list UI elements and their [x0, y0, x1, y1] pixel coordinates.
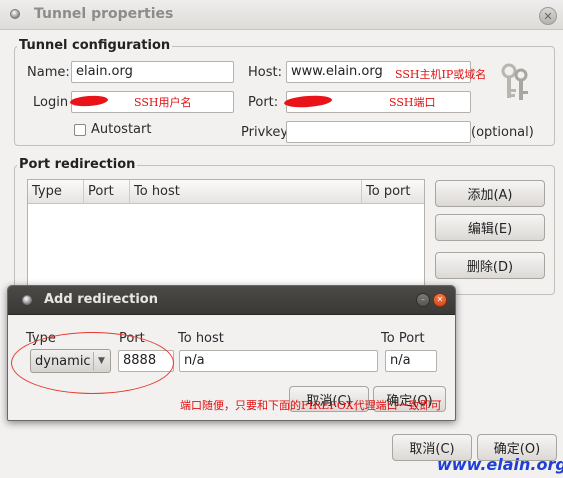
to-port-label: To Port	[381, 331, 425, 346]
table-header: Type Port To host To port	[28, 180, 424, 204]
edit-button[interactable]: 编辑(E)	[435, 214, 545, 241]
redirection-table[interactable]: Type Port To host To port	[27, 179, 425, 289]
dialog-close-icon[interactable]: ✕	[433, 293, 447, 307]
delete-button[interactable]: 删除(D)	[435, 252, 545, 279]
host-label: Host:	[248, 65, 282, 80]
add-button[interactable]: 添加(A)	[435, 180, 545, 207]
column-header-to-port[interactable]: To port	[362, 180, 426, 204]
dialog-annotation: 端口随便，只要和下面的FIREFOX代理端口一致即可	[180, 399, 442, 412]
login-label: Login	[33, 95, 69, 110]
keys-icon	[500, 63, 530, 103]
login-annotation: SSH用户名	[134, 96, 192, 109]
tunnel-config-heading: Tunnel configuration	[17, 38, 173, 53]
highlight-ellipse	[11, 332, 174, 394]
dialog-menu-icon[interactable]	[22, 295, 32, 305]
name-label: Name:	[27, 65, 70, 80]
privkey-label: Privkey	[241, 125, 289, 140]
window-title: Tunnel properties	[34, 6, 174, 22]
minimize-icon[interactable]: –	[416, 293, 430, 307]
autostart-checkbox[interactable]	[74, 124, 86, 136]
host-annotation: SSH主机IP或域名	[395, 68, 487, 81]
privkey-input[interactable]	[286, 121, 471, 143]
to-port-input[interactable]: n/a	[385, 350, 437, 372]
close-icon[interactable]: ✕	[539, 7, 557, 25]
to-host-label: To host	[178, 331, 224, 346]
dialog-title: Add redirection	[44, 292, 158, 307]
window-menu-icon[interactable]	[10, 9, 20, 19]
optional-label: (optional)	[471, 125, 534, 140]
column-header-to-host[interactable]: To host	[130, 180, 362, 204]
column-header-type[interactable]: Type	[28, 180, 84, 204]
column-header-port[interactable]: Port	[84, 180, 130, 204]
host-value: www.elain.org	[291, 64, 383, 79]
watermark: www.elain.org	[437, 455, 563, 474]
to-host-input[interactable]: n/a	[179, 350, 378, 372]
name-input[interactable]: elain.org	[71, 61, 234, 83]
autostart-label: Autostart	[91, 122, 152, 137]
port-annotation: SSH端口	[389, 96, 436, 109]
port-label: Port:	[248, 95, 279, 110]
port-redirection-heading: Port redirection	[17, 157, 138, 172]
